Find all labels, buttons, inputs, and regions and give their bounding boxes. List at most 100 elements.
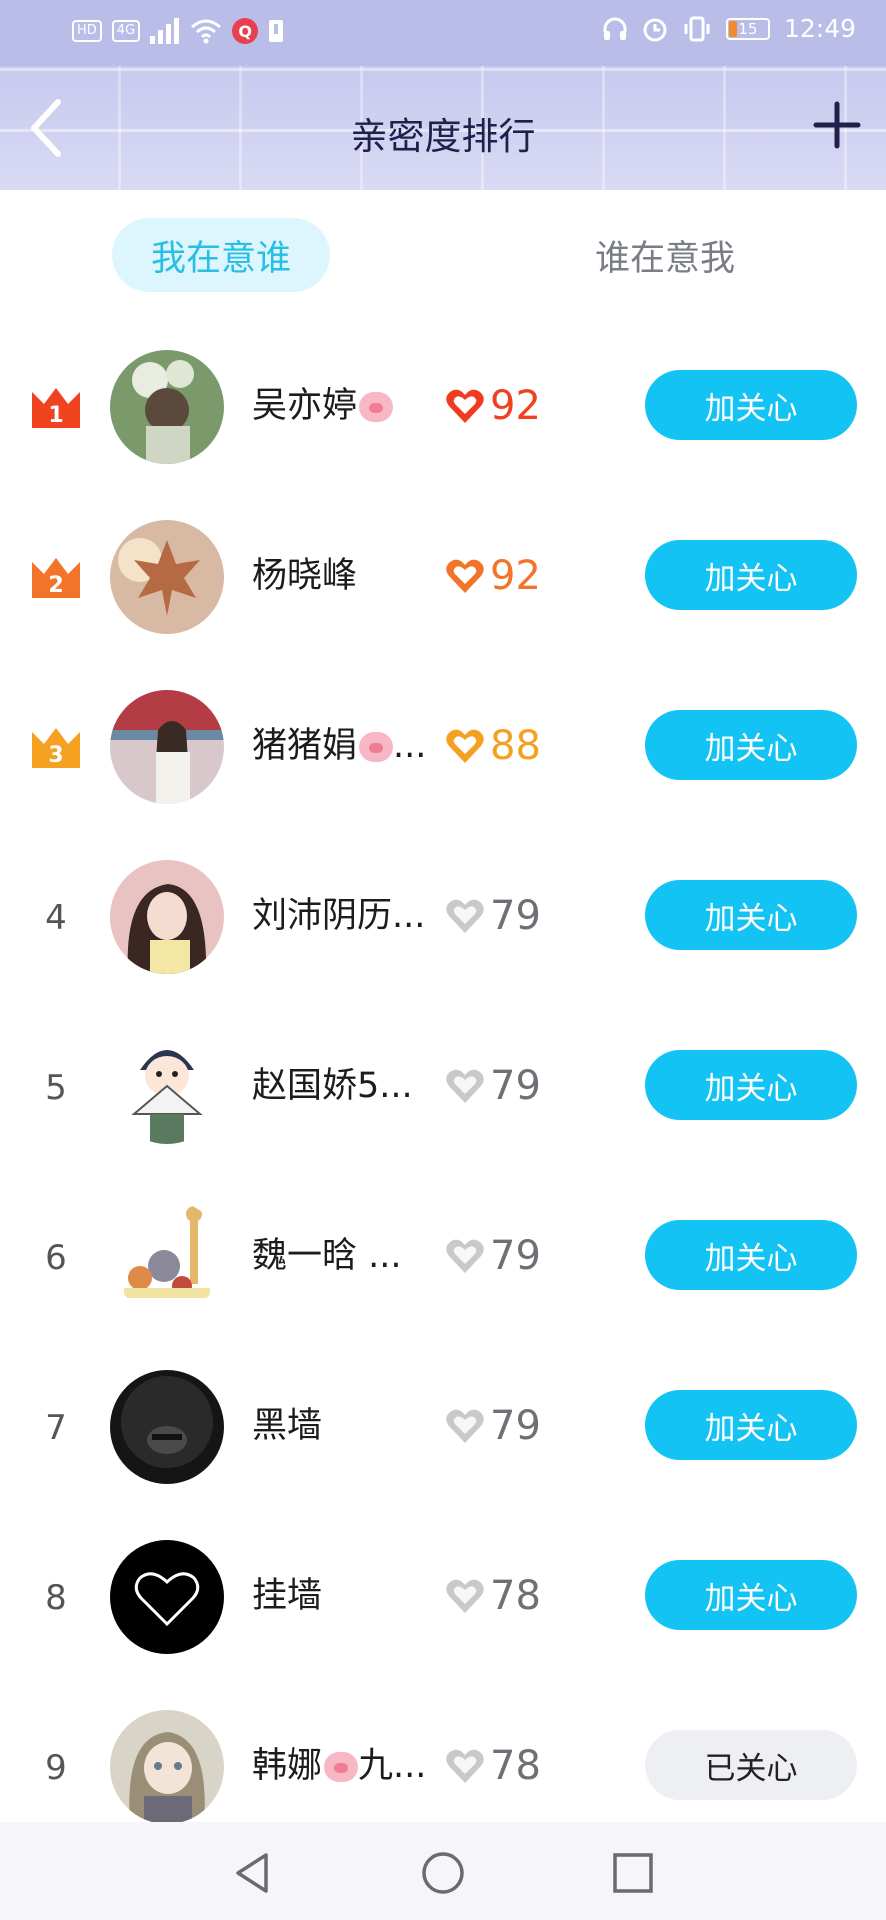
add-care-button[interactable]: 加关心 bbox=[645, 1560, 857, 1630]
contact-name[interactable]: 黑墙 bbox=[252, 1400, 432, 1452]
rank-number: 1 bbox=[48, 403, 63, 428]
intimacy-score: 88 bbox=[490, 723, 541, 769]
pig-emoji-icon bbox=[359, 392, 394, 422]
contact-name[interactable]: 赵国娇5... bbox=[252, 1060, 432, 1112]
list-item[interactable]: 1 吴亦婷 92 加关心 bbox=[0, 336, 886, 506]
add-care-button[interactable]: 加关心 bbox=[645, 370, 857, 440]
intimacy-score: 78 bbox=[490, 1573, 541, 1619]
pig-emoji-icon bbox=[359, 732, 394, 762]
contact-name-text: 挂墙 bbox=[252, 1576, 323, 1616]
heart-icon bbox=[446, 1409, 484, 1443]
heart-icon bbox=[446, 1749, 484, 1783]
rank-number: 5 bbox=[45, 1068, 67, 1108]
contact-name[interactable]: 吴亦婷 bbox=[252, 380, 432, 432]
signal-icon bbox=[150, 18, 180, 44]
rank-number: 8 bbox=[45, 1578, 67, 1618]
clock: 12:49 bbox=[783, 14, 856, 43]
heart-icon bbox=[446, 389, 484, 423]
add-care-button[interactable]: 加关心 bbox=[645, 540, 857, 610]
avatar[interactable] bbox=[110, 1030, 224, 1144]
status-right-icons: 15 12:49 bbox=[602, 14, 856, 43]
rank-number: 7 bbox=[45, 1408, 67, 1448]
list-item[interactable]: 7 黑墙 79 加关心 bbox=[0, 1356, 886, 1526]
heart-icon bbox=[446, 899, 484, 933]
wifi-icon bbox=[191, 19, 222, 44]
rank-number: 6 bbox=[45, 1238, 67, 1278]
contact-name-text: 杨晓峰 bbox=[252, 556, 358, 596]
rank-crown-icon: 2 bbox=[32, 558, 80, 598]
add-care-button[interactable]: 加关心 bbox=[645, 880, 857, 950]
intimacy-score: 79 bbox=[490, 893, 541, 939]
intimacy-score: 79 bbox=[490, 1233, 541, 1279]
avatar[interactable] bbox=[110, 860, 224, 974]
intimacy-score: 78 bbox=[490, 1743, 541, 1789]
contact-name-text: 赵国娇5... bbox=[252, 1066, 413, 1106]
contact-name[interactable]: 杨晓峰 bbox=[252, 550, 432, 602]
network-type: 4G bbox=[111, 20, 141, 42]
list-item[interactable]: 4 刘沛阴历... 79 加关心 bbox=[0, 846, 886, 1016]
alarm-icon bbox=[643, 18, 667, 41]
rank-number: 9 bbox=[45, 1748, 67, 1788]
tab-who-i-care[interactable]: 我在意谁 bbox=[112, 218, 330, 292]
contact-name[interactable]: 魏一晗 ... bbox=[252, 1230, 432, 1282]
contact-name[interactable]: 韩娜 九... bbox=[252, 1740, 432, 1792]
recents-square-icon[interactable] bbox=[610, 1850, 656, 1896]
list-item[interactable]: 2 杨晓峰 92 加关心 bbox=[0, 506, 886, 676]
avatar[interactable] bbox=[110, 1540, 224, 1654]
rank-number: 2 bbox=[48, 573, 63, 598]
contact-name[interactable]: 刘沛阴历... bbox=[252, 890, 432, 942]
heart-icon bbox=[446, 729, 484, 763]
contact-name-text: 猪猪娟 bbox=[252, 726, 358, 766]
intimacy-score: 79 bbox=[490, 1403, 541, 1449]
heart-icon bbox=[446, 1069, 484, 1103]
notification-icon bbox=[269, 20, 284, 42]
intimacy-score: 92 bbox=[490, 553, 541, 599]
avatar[interactable] bbox=[110, 690, 224, 804]
list-item[interactable]: 8 挂墙 78 加关心 bbox=[0, 1526, 886, 1696]
header: 亲密度排行 bbox=[0, 66, 886, 190]
intimacy-score: 92 bbox=[490, 383, 541, 429]
vibrate-icon bbox=[684, 16, 710, 41]
pig-emoji-icon bbox=[324, 1752, 359, 1782]
plus-icon[interactable] bbox=[812, 100, 862, 150]
name-ellipsis: 九... bbox=[358, 1746, 427, 1786]
add-care-button[interactable]: 加关心 bbox=[645, 1390, 857, 1460]
system-nav-bar bbox=[0, 1822, 886, 1920]
home-circle-icon[interactable] bbox=[420, 1850, 466, 1896]
tab-who-cares-me[interactable]: 谁在意我 bbox=[560, 218, 770, 292]
list-item[interactable]: 5 赵国娇5... 79 加关心 bbox=[0, 1016, 886, 1186]
app-notification-icon: Q bbox=[232, 18, 259, 44]
list-item[interactable]: 6 魏一晗 ... 79 加关心 bbox=[0, 1186, 886, 1356]
contact-name-text: 魏一晗 ... bbox=[252, 1236, 402, 1276]
status-bar: HD 4G Q 15 12:49 bbox=[0, 0, 886, 66]
followed-button[interactable]: 已关心 bbox=[645, 1730, 857, 1800]
battery-icon: 15 bbox=[725, 17, 770, 40]
rank-crown-icon: 1 bbox=[32, 388, 80, 428]
tab-bar: 我在意谁 谁在意我 bbox=[0, 190, 886, 310]
contact-name-text: 黑墙 bbox=[252, 1406, 323, 1446]
intimacy-score: 79 bbox=[490, 1063, 541, 1109]
contact-name[interactable]: 猪猪娟... bbox=[252, 720, 432, 772]
avatar[interactable] bbox=[110, 1370, 224, 1484]
rank-crown-icon: 3 bbox=[32, 728, 80, 768]
rank-number: 4 bbox=[45, 898, 67, 938]
list-item[interactable]: 3 猪猪娟... 88 加关心 bbox=[0, 676, 886, 846]
contact-name-text: 韩娜 bbox=[252, 1746, 323, 1786]
avatar[interactable] bbox=[110, 1200, 224, 1314]
avatar[interactable] bbox=[110, 520, 224, 634]
battery-level: 15 bbox=[738, 19, 758, 38]
add-care-button[interactable]: 加关心 bbox=[645, 1050, 857, 1120]
rank-number: 3 bbox=[48, 743, 63, 768]
back-triangle-icon[interactable] bbox=[230, 1850, 276, 1896]
page-title: 亲密度排行 bbox=[350, 115, 536, 158]
avatar[interactable] bbox=[110, 1710, 224, 1824]
status-left-icons: HD 4G Q bbox=[72, 18, 284, 44]
add-care-button[interactable]: 加关心 bbox=[645, 710, 857, 780]
contact-name[interactable]: 挂墙 bbox=[252, 1570, 432, 1622]
name-ellipsis: ... bbox=[393, 726, 427, 766]
hd-indicator: HD bbox=[72, 20, 102, 42]
avatar[interactable] bbox=[110, 350, 224, 464]
heart-icon bbox=[446, 1579, 484, 1613]
heart-icon bbox=[446, 1239, 484, 1273]
add-care-button[interactable]: 加关心 bbox=[645, 1220, 857, 1290]
